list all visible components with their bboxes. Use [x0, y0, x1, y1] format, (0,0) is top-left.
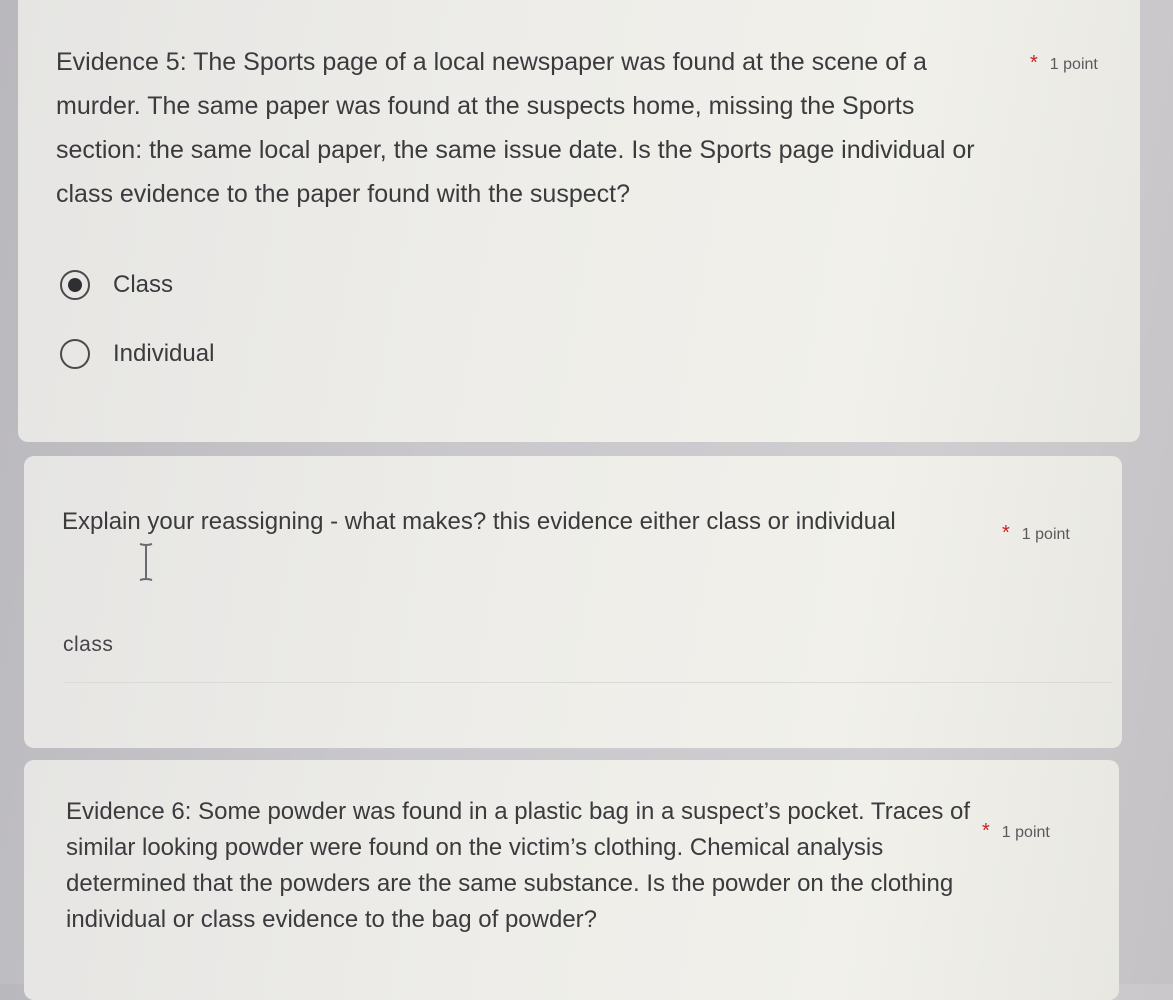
required-asterisk: * [982, 820, 990, 842]
question-card-evidence-5: Evidence 5: The Sports page of a local n… [18, 0, 1140, 442]
question-card-evidence-6: Evidence 6: Some powder was found in a p… [24, 760, 1119, 1000]
option-label: Class [113, 271, 174, 298]
question-text: Evidence 5: The Sports page of a local n… [56, 48, 975, 208]
points-label: 1 point [1001, 824, 1050, 841]
required-points: * 1 point [1030, 52, 1098, 75]
question-text: Evidence 6: Some powder was found in a p… [66, 798, 971, 933]
radio-selected-dot [68, 278, 82, 292]
required-asterisk: * [1030, 52, 1038, 74]
i-beam-cursor-icon [139, 543, 153, 581]
required-points: * 1 point [982, 820, 1050, 843]
radio-button[interactable] [60, 339, 90, 369]
required-asterisk: * [1002, 522, 1010, 544]
radio-option-individual[interactable]: Individual [60, 336, 214, 372]
question-text: Explain your reassigning - what makes? t… [62, 508, 896, 535]
radio-button-selected[interactable] [60, 270, 90, 300]
short-answer-input[interactable]: class [63, 630, 1113, 683]
points-label: 1 point [1021, 526, 1070, 543]
radio-option-class[interactable]: Class [60, 267, 173, 303]
option-label: Individual [113, 340, 215, 367]
points-label: 1 point [1049, 56, 1098, 73]
required-points: * 1 point [1002, 522, 1070, 545]
question-card-explain: Explain your reassigning - what makes? t… [24, 456, 1122, 748]
